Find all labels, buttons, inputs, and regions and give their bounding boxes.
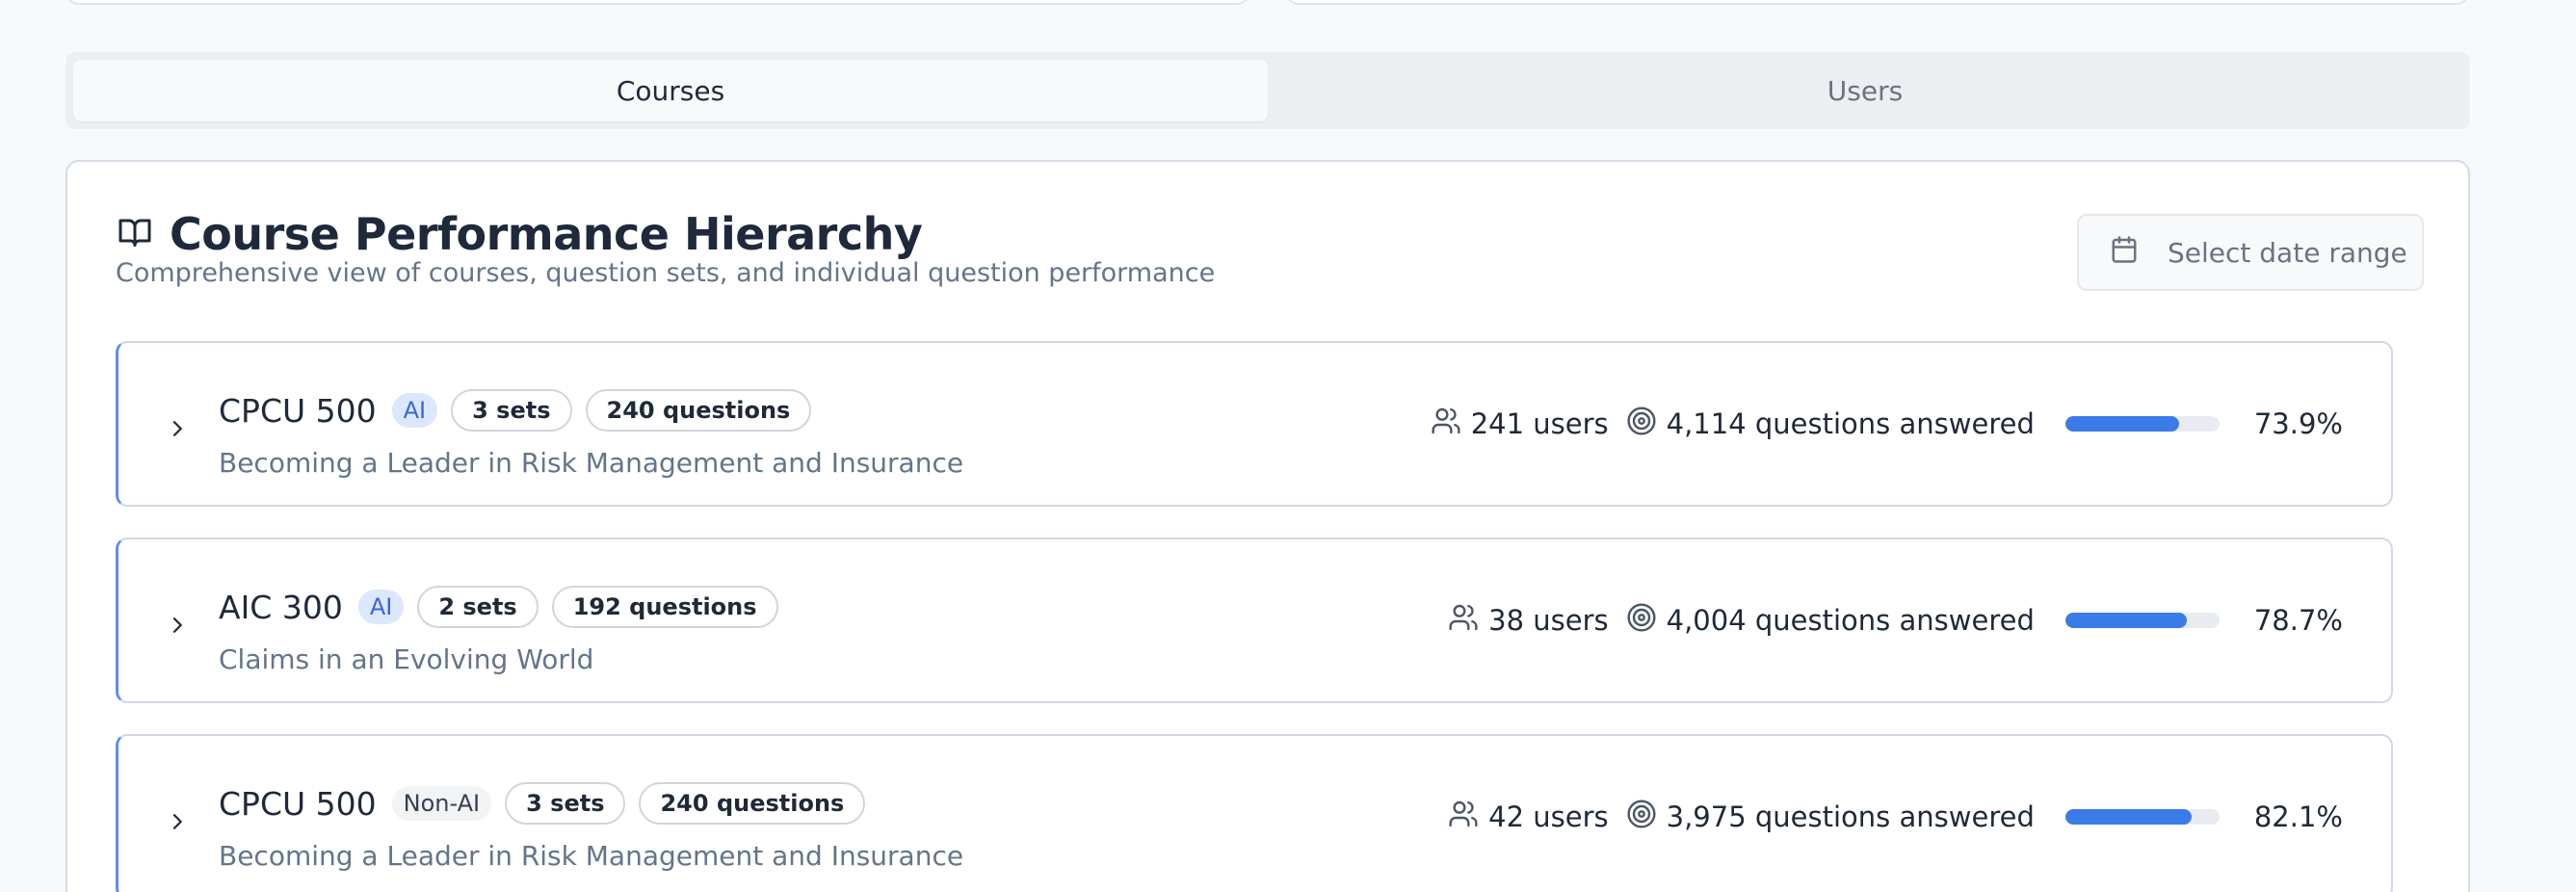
- sets-count-badge: 3 sets: [451, 389, 572, 432]
- progress-fill: [2064, 809, 2193, 825]
- questions-answered: 4,114 questions answered: [1666, 407, 2035, 440]
- progress-fill: [2064, 416, 2180, 432]
- progress-bar: [2064, 809, 2220, 825]
- course-description: Becoming a Leader in Risk Management and…: [219, 447, 964, 479]
- accuracy-percent: 78.7%: [2253, 604, 2343, 637]
- course-stats: 241 users 4,114 questions answered 73.9%: [1431, 343, 2343, 505]
- calendar-icon: [2110, 235, 2139, 271]
- tab-users[interactable]: Users: [1268, 60, 2462, 121]
- users-icon: [1431, 406, 1461, 443]
- users-count: 42 users: [1488, 800, 1609, 833]
- course-description: Becoming a Leader in Risk Management and…: [219, 840, 964, 872]
- progress-bar: [2064, 613, 2220, 628]
- questions-count-badge: 240 questions: [585, 389, 812, 432]
- questions-answered: 3,975 questions answered: [1666, 800, 2035, 833]
- page-title: Course Performance Hierarchy: [170, 208, 923, 260]
- tab-courses[interactable]: Courses: [73, 60, 1268, 121]
- date-range-label: Select date range: [2168, 236, 2407, 269]
- book-open-icon: [116, 215, 154, 253]
- course-row[interactable]: AIC 300 AI 2 sets 192 questions Claims i…: [116, 538, 2393, 703]
- summary-card-right: [1285, 0, 2470, 5]
- page-subtitle: Comprehensive view of courses, question …: [116, 258, 1216, 288]
- course-row[interactable]: CPCU 500 AI 3 sets 240 questions Becomin…: [116, 341, 2393, 507]
- date-range-button[interactable]: Select date range: [2077, 214, 2424, 291]
- accuracy-percent: 73.9%: [2253, 407, 2343, 440]
- chevron-right-icon[interactable]: [169, 420, 186, 437]
- target-icon: [1626, 406, 1657, 443]
- progress-fill: [2064, 613, 2187, 628]
- sets-count-badge: 3 sets: [505, 782, 626, 825]
- course-name: AIC 300: [219, 588, 343, 626]
- chevron-right-icon[interactable]: [169, 813, 186, 830]
- summary-card-left: [66, 0, 1250, 5]
- progress-bar: [2064, 416, 2220, 432]
- questions-count-badge: 192 questions: [551, 586, 778, 628]
- course-name: CPCU 500: [219, 391, 377, 430]
- course-type-badge: AI: [391, 393, 438, 428]
- users-icon: [1448, 799, 1479, 836]
- course-name: CPCU 500: [219, 784, 377, 823]
- panel-header: Course Performance Hierarchy: [116, 208, 923, 260]
- course-description: Claims in an Evolving World: [219, 643, 594, 675]
- view-tabs: Courses Users: [66, 52, 2470, 129]
- course-type-badge: AI: [357, 590, 405, 624]
- course-stats: 38 users 4,004 questions answered 78.7%: [1448, 539, 2343, 701]
- questions-count-badge: 240 questions: [639, 782, 866, 825]
- chevron-right-icon[interactable]: [169, 617, 186, 634]
- users-count: 38 users: [1488, 604, 1609, 637]
- course-type-badge: Non-AI: [391, 786, 492, 821]
- sets-count-badge: 2 sets: [417, 586, 539, 628]
- accuracy-percent: 82.1%: [2253, 800, 2343, 833]
- users-icon: [1448, 602, 1479, 640]
- target-icon: [1626, 602, 1657, 640]
- questions-answered: 4,004 questions answered: [1666, 604, 2035, 637]
- target-icon: [1626, 799, 1657, 836]
- course-performance-panel: Course Performance Hierarchy Comprehensi…: [66, 160, 2470, 892]
- course-stats: 42 users 3,975 questions answered 82.1%: [1448, 736, 2343, 892]
- course-row[interactable]: CPCU 500 Non-AI 3 sets 240 questions Bec…: [116, 734, 2393, 892]
- users-count: 241 users: [1470, 407, 1609, 440]
